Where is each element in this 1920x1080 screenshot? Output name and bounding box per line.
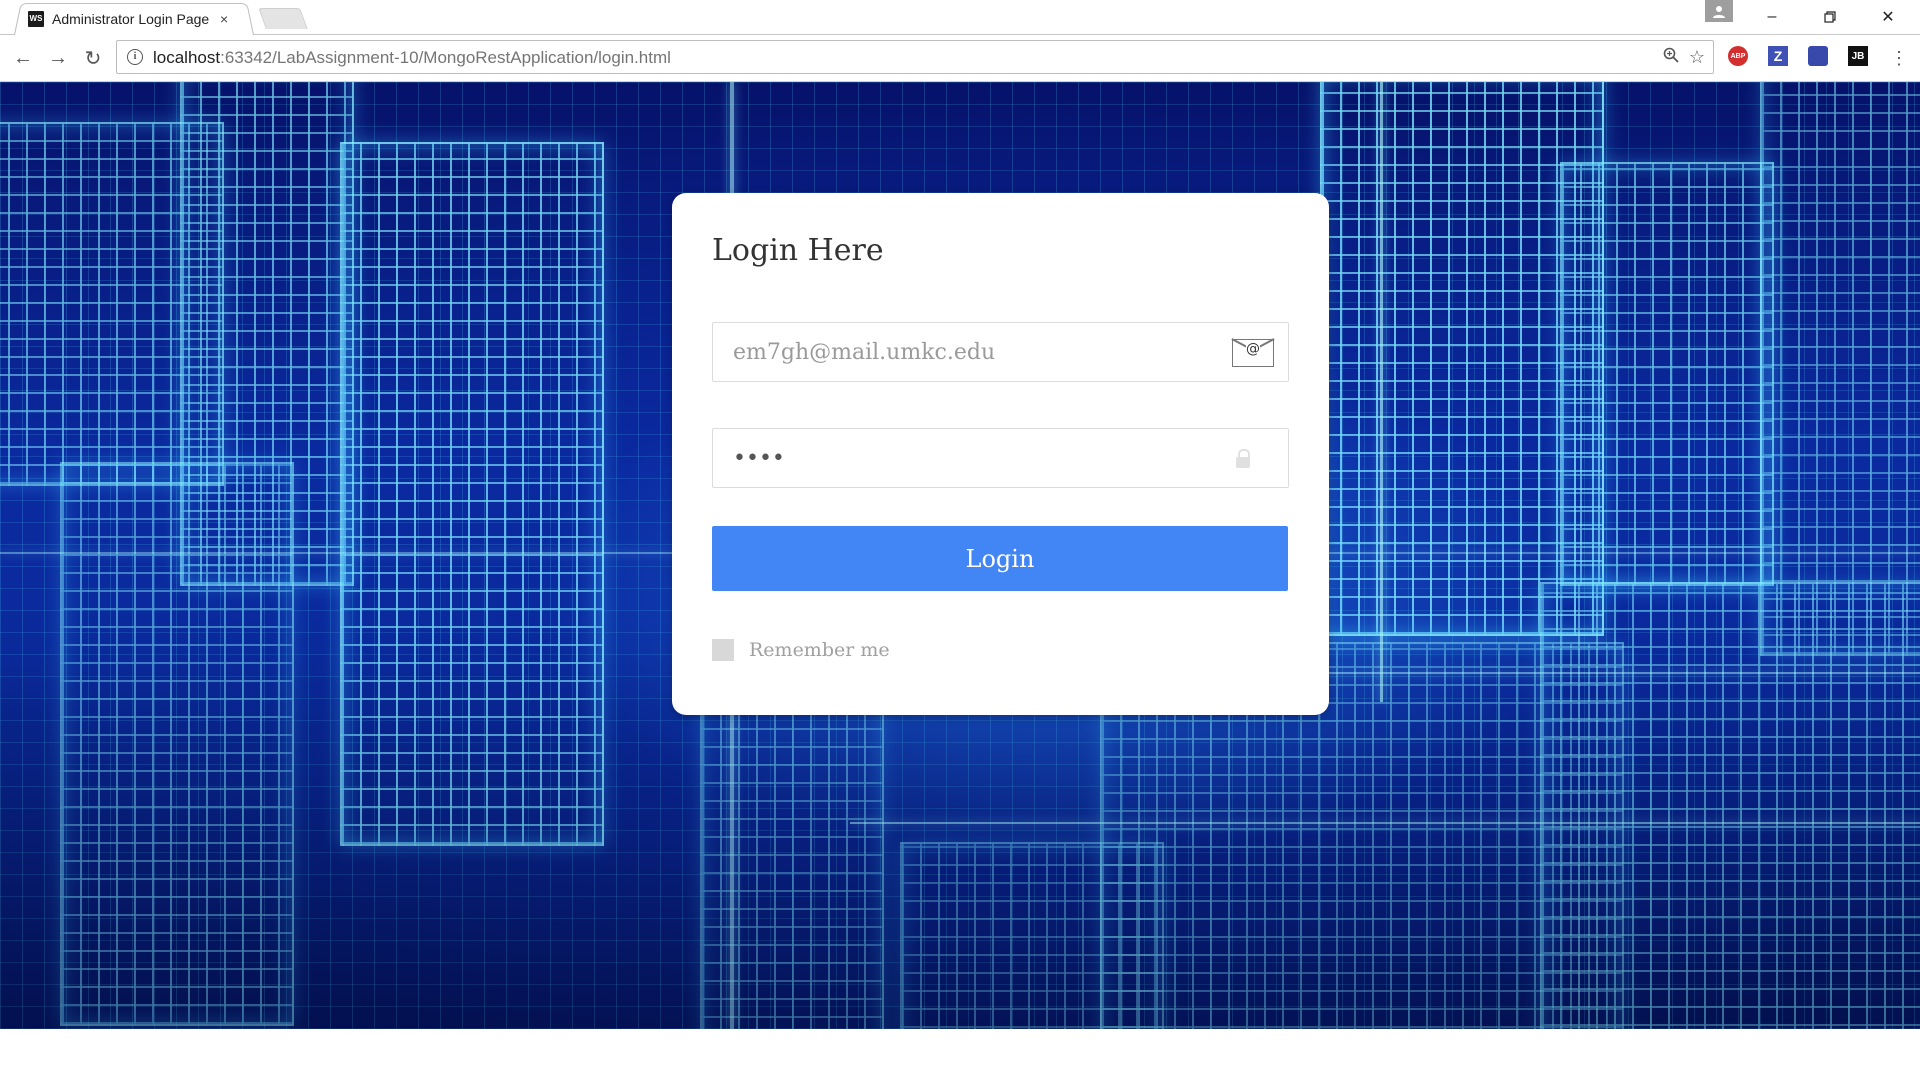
page-bottom-strip xyxy=(0,1029,1920,1080)
close-window-icon[interactable]: ✕ xyxy=(1864,0,1912,34)
browser-toolbar: ← → ↻ i localhost:63342/LabAssignment-10… xyxy=(0,35,1920,82)
reload-icon[interactable]: ↻ xyxy=(80,45,106,71)
extension-icon[interactable] xyxy=(1808,46,1828,66)
back-arrow-icon[interactable]: ← xyxy=(10,45,36,71)
profile-icon[interactable] xyxy=(1705,0,1733,22)
envelope-icon: @ xyxy=(1232,339,1274,367)
browser-tabstrip: WS Administrator Login Page × – ✕ xyxy=(0,0,1920,35)
bg-tower xyxy=(1760,82,1920,656)
url-path: :63342/LabAssignment-10/MongoRestApplica… xyxy=(220,48,671,67)
login-title: Login Here xyxy=(712,233,884,268)
new-tab-button[interactable] xyxy=(258,8,308,29)
email-field-wrapper: @ xyxy=(712,322,1289,382)
email-input[interactable] xyxy=(713,323,1288,381)
lock-icon xyxy=(1236,449,1250,469)
tab-close-icon[interactable]: × xyxy=(220,11,228,27)
url-text[interactable]: localhost:63342/LabAssignment-10/MongoRe… xyxy=(153,48,671,68)
address-bar[interactable]: i localhost:63342/LabAssignment-10/Mongo… xyxy=(116,40,1714,74)
login-button[interactable]: Login xyxy=(712,526,1288,591)
forward-arrow-icon[interactable]: → xyxy=(45,45,71,71)
bookmark-star-icon[interactable]: ☆ xyxy=(1689,47,1705,68)
info-icon[interactable]: i xyxy=(127,49,143,65)
remember-me-checkbox[interactable] xyxy=(712,639,734,661)
jetbrains-icon[interactable]: JB xyxy=(1848,46,1868,66)
password-field-wrapper xyxy=(712,428,1289,488)
remember-me-control[interactable]: Remember me xyxy=(712,639,890,661)
url-host: localhost xyxy=(153,48,221,67)
tab-title: Administrator Login Page xyxy=(52,11,210,27)
login-card: Login Here @ Login Remember me xyxy=(672,193,1329,715)
bg-tower xyxy=(1560,162,1774,586)
zotero-icon[interactable]: Z xyxy=(1768,46,1788,66)
menu-kebab-icon[interactable]: ⋮ xyxy=(1886,45,1912,71)
password-input[interactable] xyxy=(713,429,1288,487)
browser-tab-content[interactable]: WS Administrator Login Page × xyxy=(28,9,248,29)
zoom-icon[interactable] xyxy=(1663,47,1679,68)
page-background: Login Here @ Login Remember me xyxy=(0,82,1920,1029)
webstorm-favicon-icon: WS xyxy=(28,11,44,27)
adblock-plus-icon[interactable]: ABP xyxy=(1728,46,1748,66)
minimize-icon[interactable]: – xyxy=(1748,0,1796,34)
restore-icon[interactable] xyxy=(1806,0,1854,34)
remember-me-label: Remember me xyxy=(749,639,890,661)
